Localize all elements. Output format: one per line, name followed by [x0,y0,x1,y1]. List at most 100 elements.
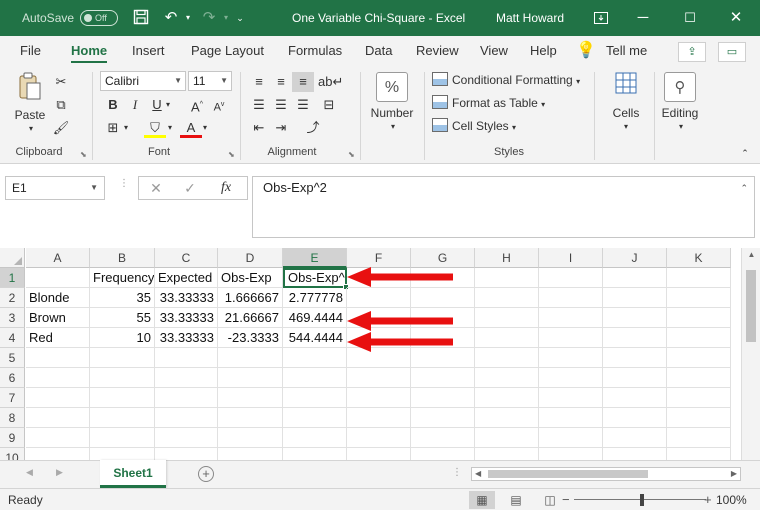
chevron-down-icon[interactable]: ▼ [90,177,98,199]
cell-a5[interactable] [26,348,90,368]
cell-i3[interactable] [539,308,603,328]
middle-align-icon[interactable]: ≡ [270,72,292,92]
cell-b4[interactable]: 10 [90,328,155,348]
undo-dropdown-icon[interactable]: ▾ [182,0,194,36]
cell-c7[interactable] [155,388,218,408]
increase-indent-icon[interactable]: ⇥ [270,118,292,138]
comments-button[interactable]: ▭ [718,42,746,62]
decrease-indent-icon[interactable]: ⇤ [248,118,270,138]
row-header-4[interactable]: 4 [0,328,25,348]
cell-e10[interactable] [283,448,347,460]
cell-j1[interactable] [603,268,667,288]
row-header-5[interactable]: 5 [0,348,25,368]
cell-i7[interactable] [539,388,603,408]
cell-a8[interactable] [26,408,90,428]
cells-button[interactable]: Cells [600,106,652,120]
cell-f9[interactable] [347,428,411,448]
undo-icon[interactable]: ↶ [160,0,182,36]
zoom-out-icon[interactable]: − [562,490,570,510]
orientation-icon[interactable]: ⤴ [302,118,324,138]
font-size-select[interactable]: 11 ▼ [188,71,232,91]
cell-a9[interactable] [26,428,90,448]
cell-c5[interactable] [155,348,218,368]
cell-j6[interactable] [603,368,667,388]
row-header-2[interactable]: 2 [0,288,25,308]
cell-a7[interactable] [26,388,90,408]
number-dropdown-icon[interactable]: ▾ [388,122,398,131]
cell-k1[interactable] [667,268,731,288]
cell-b2[interactable]: 35 [90,288,155,308]
customize-toolbar-icon[interactable]: ⌄ [234,0,246,36]
share-button[interactable]: ⇪ [678,42,706,62]
merge-center-icon[interactable]: ⊟ [318,95,340,115]
cell-a6[interactable] [26,368,90,388]
cell-j8[interactable] [603,408,667,428]
cell-d2[interactable]: 1.666667 [218,288,283,308]
cell-k5[interactable] [667,348,731,368]
tab-view[interactable]: View [480,36,508,66]
horizontal-scroll-thumb[interactable] [488,470,648,478]
cell-g10[interactable] [411,448,475,460]
tab-file[interactable]: File [20,36,41,66]
cell-e1[interactable]: Obs-Exp^2 [283,268,347,288]
horizontal-scrollbar[interactable]: ◀ ▶ [471,467,741,481]
cell-f6[interactable] [347,368,411,388]
column-header-i[interactable]: I [539,248,603,268]
align-right-icon[interactable]: ☰ [292,95,314,115]
cell-i6[interactable] [539,368,603,388]
cell-c2[interactable]: 33.33333 [155,288,218,308]
cell-a2[interactable]: Blonde [26,288,90,308]
fill-color-dropdown-icon[interactable]: ▾ [164,118,176,138]
column-header-k[interactable]: K [667,248,731,268]
decrease-font-size-icon[interactable]: Av [208,95,230,115]
cell-i8[interactable] [539,408,603,428]
cell-c10[interactable] [155,448,218,460]
column-header-h[interactable]: H [475,248,539,268]
cell-a3[interactable]: Brown [26,308,90,328]
insert-function-icon[interactable]: fx [211,177,241,199]
cell-d8[interactable] [218,408,283,428]
cell-d4[interactable]: -23.3333 [218,328,283,348]
cancel-icon[interactable]: ✕ [141,177,171,199]
format-painter-icon[interactable]: 🖌 [50,118,72,138]
cell-k8[interactable] [667,408,731,428]
paste-dropdown-icon[interactable]: ▾ [26,124,36,133]
copy-icon[interactable]: ⧉ [50,95,72,115]
tab-formulas[interactable]: Formulas [288,36,342,66]
cell-styles-button[interactable]: Cell Styles ▾ [432,116,516,136]
zoom-slider-thumb[interactable] [640,494,644,506]
fill-color-icon[interactable]: ⛉ [144,118,166,138]
row-header-1[interactable]: 1 [0,268,25,288]
cell-d3[interactable]: 21.66667 [218,308,283,328]
cell-c4[interactable]: 33.33333 [155,328,218,348]
tab-review[interactable]: Review [416,36,459,66]
tab-home[interactable]: Home [71,36,108,66]
cell-c3[interactable]: 33.33333 [155,308,218,328]
previous-sheet-icon[interactable]: ◀ [26,467,33,478]
cell-e9[interactable] [283,428,347,448]
formula-input[interactable]: Obs-Exp^2 ⌃ [252,176,755,238]
collapse-ribbon-icon[interactable]: ⌃ [738,148,752,159]
cell-d7[interactable] [218,388,283,408]
redo-icon[interactable]: ↷ [198,0,220,36]
cell-f2[interactable] [347,288,411,308]
cell-f7[interactable] [347,388,411,408]
cell-j10[interactable] [603,448,667,460]
cell-e2[interactable]: 2.777778 [283,288,347,308]
cells-icon[interactable] [610,72,642,102]
cells-dropdown-icon[interactable]: ▾ [621,122,631,131]
cell-d10[interactable] [218,448,283,460]
sheet-tab-sheet1[interactable]: Sheet1 [100,460,166,488]
cell-c9[interactable] [155,428,218,448]
redo-dropdown-icon[interactable]: ▾ [220,0,232,36]
cell-h4[interactable] [475,328,539,348]
cell-h6[interactable] [475,368,539,388]
font-family-select[interactable]: Calibri ▼ [100,71,186,91]
cell-k10[interactable] [667,448,731,460]
tab-insert[interactable]: Insert [132,36,165,66]
normal-view-icon[interactable]: ▦ [469,491,495,509]
cell-g8[interactable] [411,408,475,428]
underline-dropdown-icon[interactable]: ▾ [162,95,174,115]
cell-f8[interactable] [347,408,411,428]
cell-c8[interactable] [155,408,218,428]
